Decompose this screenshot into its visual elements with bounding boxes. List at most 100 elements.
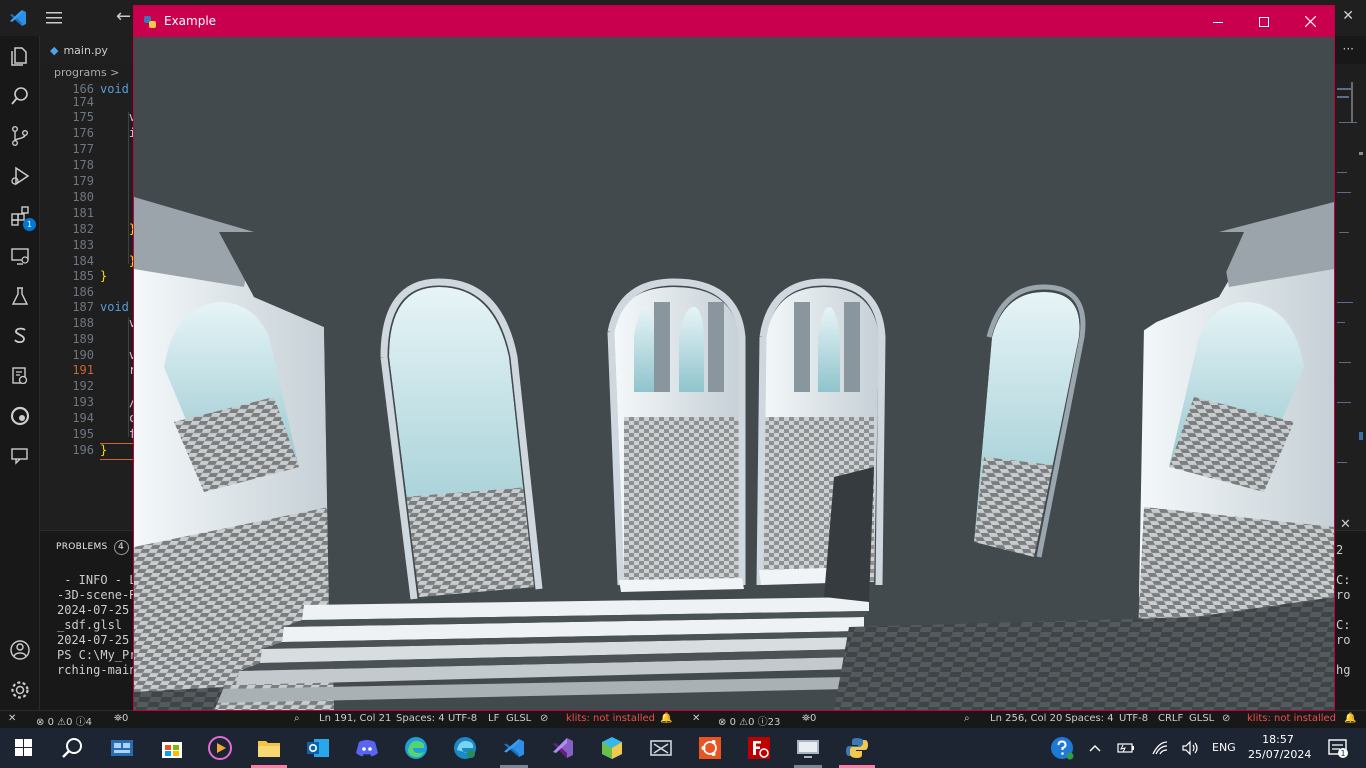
visual-studio-icon[interactable] xyxy=(539,728,587,768)
snipping-tool-icon[interactable] xyxy=(637,728,685,768)
line-number: 186 xyxy=(72,285,94,299)
edge-beta-icon[interactable] xyxy=(441,728,489,768)
language-status[interactable]: GLSL xyxy=(506,713,531,724)
battery-icon[interactable] xyxy=(1112,728,1140,768)
settings-gear-icon[interactable] xyxy=(8,678,32,702)
encoding-status-2[interactable]: UTF-8 xyxy=(1119,713,1148,724)
maximize-icon[interactable] xyxy=(1241,6,1287,37)
notification-center-icon[interactable]: 1 xyxy=(1318,728,1358,768)
source-control-icon[interactable] xyxy=(8,124,32,148)
indentation-status-2[interactable]: Spaces: 4 xyxy=(1065,713,1114,724)
rendered-3d-scene[interactable] xyxy=(134,37,1334,710)
close-icon[interactable]: ✕ xyxy=(1342,8,1354,24)
remote-desktop-icon[interactable] xyxy=(784,728,832,768)
menu-icon[interactable] xyxy=(44,9,64,27)
help-icon[interactable] xyxy=(1040,728,1084,768)
live-share-icon[interactable] xyxy=(8,324,32,348)
vscode-icon[interactable] xyxy=(490,728,538,768)
ubuntu-icon[interactable] xyxy=(686,728,734,768)
clock-time: 18:57 xyxy=(1262,733,1294,746)
code-line: / xyxy=(100,395,137,409)
notifications-bell-icon[interactable]: 🔔 xyxy=(660,713,672,724)
problems-status-2[interactable]: ⊗ 0 ⚠0 ⓘ23 xyxy=(718,713,780,728)
zoom-icon[interactable]: ⌕ xyxy=(294,713,300,724)
desktop: ← ✕ 1 ◆ main.py ··· programs > 166 void 17… xyxy=(0,0,1366,768)
tab-main-py[interactable]: ◆ main.py xyxy=(40,36,136,64)
terminal-line: _sdf.glsl xyxy=(57,618,123,632)
line-number: 179 xyxy=(72,174,94,188)
code-line: r xyxy=(100,363,137,377)
file-explorer-icon[interactable] xyxy=(245,728,293,768)
code-line: } xyxy=(100,269,108,283)
filezilla-icon[interactable] xyxy=(735,728,783,768)
run-debug-icon[interactable] xyxy=(8,164,32,188)
ports-status-2[interactable]: ⛯0 xyxy=(802,713,816,724)
search-icon[interactable] xyxy=(8,84,32,108)
close-icon[interactable] xyxy=(1287,6,1333,37)
clock-date: 25/07/2024 xyxy=(1248,748,1312,761)
minimap[interactable] xyxy=(1335,82,1366,502)
docker-icon[interactable] xyxy=(8,364,32,388)
tab-problems[interactable]: PROBLEMS 4 xyxy=(56,540,129,555)
volume-icon[interactable] xyxy=(1176,728,1204,768)
task-view-icon[interactable] xyxy=(98,728,146,768)
code-line: void xyxy=(100,82,137,96)
example-window[interactable]: Example xyxy=(133,5,1335,711)
search-icon[interactable] xyxy=(48,728,96,768)
remote-indicator-icon[interactable]: ✕ xyxy=(8,713,16,724)
clock[interactable]: 18:57 25/07/2024 xyxy=(1248,732,1312,762)
lint-status[interactable]: klits: not installed xyxy=(566,713,655,724)
minimize-icon[interactable] xyxy=(1195,6,1241,37)
back-arrow-icon[interactable]: ← xyxy=(116,6,131,27)
remote-indicator-icon-2[interactable]: ✕ xyxy=(692,713,700,724)
line-number: 192 xyxy=(72,379,94,393)
panel-close-icon[interactable]: ✕ xyxy=(1340,517,1351,532)
account-icon[interactable] xyxy=(8,638,32,662)
encoding-status[interactable]: UTF-8 xyxy=(448,713,477,724)
discord-icon[interactable] xyxy=(343,728,391,768)
indentation-status[interactable]: Spaces: 4 xyxy=(396,713,445,724)
3d-viewer-icon[interactable] xyxy=(588,728,636,768)
wifi-icon[interactable] xyxy=(1146,728,1174,768)
store-icon[interactable] xyxy=(148,728,196,768)
remote-explorer-icon[interactable] xyxy=(8,244,32,268)
edge-devtools-icon[interactable] xyxy=(8,404,32,428)
problems-count-badge: 4 xyxy=(113,540,129,555)
lint-icon[interactable]: ⊘ xyxy=(540,713,548,724)
terminal-line-right: ro xyxy=(1336,588,1351,602)
zoom-icon-2[interactable]: ⌕ xyxy=(964,713,970,724)
line-number: 195 xyxy=(72,427,94,441)
python-icon[interactable] xyxy=(833,728,881,768)
chevron-up-icon[interactable] xyxy=(1082,728,1108,768)
line-number: 183 xyxy=(72,238,94,252)
problems-status[interactable]: ⊗ 0 ⚠0 ⓘ4 xyxy=(36,713,92,728)
window-title-bar[interactable]: Example xyxy=(134,6,1334,37)
ports-count: 0 xyxy=(810,713,817,724)
cursor-position-2[interactable]: Ln 256, Col 20 xyxy=(990,713,1062,724)
language-status-2[interactable]: GLSL xyxy=(1189,713,1214,724)
more-actions-icon[interactable]: ··· xyxy=(1343,42,1354,56)
line-number: 182 xyxy=(72,222,94,236)
lint-icon-2[interactable]: ⊘ xyxy=(1222,713,1230,724)
media-player-icon[interactable] xyxy=(196,728,244,768)
comments-icon[interactable] xyxy=(8,444,32,468)
testing-icon[interactable] xyxy=(8,284,32,308)
breadcrumb[interactable]: programs > xyxy=(54,66,119,79)
extensions-icon[interactable]: 1 xyxy=(8,204,36,231)
ports-status[interactable]: ⛯0 xyxy=(114,713,128,724)
notifications-bell-icon-2[interactable]: 🔔 xyxy=(1344,713,1356,724)
eol-status-2[interactable]: CRLF xyxy=(1158,713,1183,724)
code-line: f xyxy=(100,427,137,441)
outlook-icon[interactable] xyxy=(294,728,342,768)
edge-icon[interactable] xyxy=(392,728,440,768)
explorer-icon[interactable] xyxy=(8,44,32,68)
code-line: v xyxy=(100,110,137,124)
eol-status[interactable]: LF xyxy=(488,713,499,724)
input-language[interactable]: ENG xyxy=(1212,741,1236,754)
ports-count: 0 xyxy=(122,713,129,724)
lint-status-2[interactable]: klits: not installed xyxy=(1247,713,1336,724)
terminal-line: - INFO - L xyxy=(57,573,137,587)
cursor-position[interactable]: Ln 191, Col 21 xyxy=(319,713,391,724)
start-icon[interactable] xyxy=(0,728,48,768)
line-number: 177 xyxy=(72,142,94,156)
